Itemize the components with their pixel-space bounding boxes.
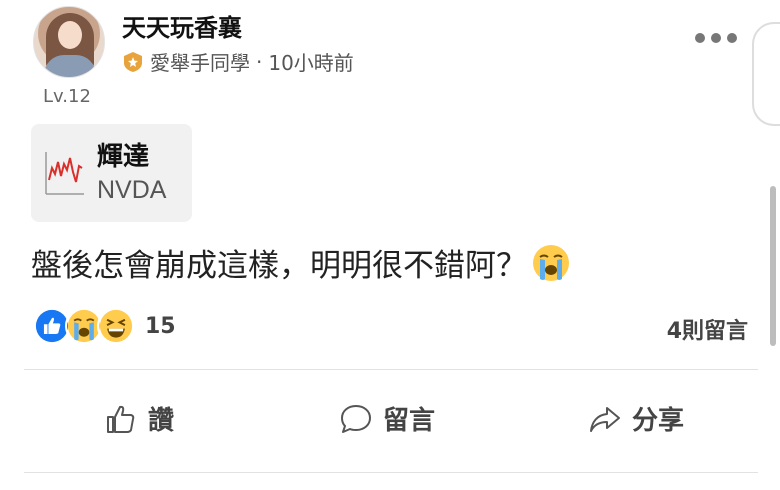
post-time: 10小時前 — [268, 51, 354, 75]
stock-name: 輝達 — [97, 142, 150, 172]
like-label: 讚 — [148, 406, 175, 436]
speech-bubble-icon — [341, 404, 371, 433]
share-label: 分享 — [632, 406, 685, 436]
side-panel-tab[interactable] — [752, 22, 780, 126]
thumbs-up-icon — [107, 405, 135, 433]
comment-button[interactable]: 留言 — [339, 400, 435, 437]
meta-separator: · — [256, 49, 263, 74]
laughing-reaction-icon — [97, 307, 135, 345]
reactions-summary[interactable]: 15 — [33, 307, 176, 345]
share-arrow-icon — [590, 406, 620, 432]
user-level: Lv.12 — [43, 86, 91, 107]
reaction-count: 15 — [145, 313, 176, 339]
crying-emoji-icon — [533, 244, 569, 281]
group-badge-icon — [124, 51, 142, 72]
comment-count-link[interactable]: 4則留言 — [667, 313, 748, 345]
author-name[interactable]: 天天玩香襄 — [122, 8, 242, 43]
stock-ticker: NVDA — [97, 176, 167, 204]
comment-label: 留言 — [383, 406, 436, 436]
share-button[interactable]: 分享 — [588, 400, 684, 437]
like-button[interactable]: 讚 — [104, 400, 174, 437]
post-text: 盤後怎會崩成這樣，明明很不錯阿？ — [31, 248, 527, 284]
group-name[interactable]: 愛舉手同學 — [150, 47, 250, 76]
scrollbar[interactable] — [770, 186, 776, 346]
divider — [24, 472, 758, 473]
divider — [24, 369, 758, 370]
stock-tag-card[interactable]: 輝達 NVDA — [31, 124, 192, 222]
post-content: 盤後怎會崩成這樣，明明很不錯阿？ — [31, 240, 571, 285]
post-meta: 愛舉手同學 · 10小時前 — [122, 47, 354, 76]
more-icon[interactable] — [695, 28, 739, 48]
stock-chart-icon — [45, 152, 84, 195]
avatar[interactable] — [33, 6, 105, 78]
